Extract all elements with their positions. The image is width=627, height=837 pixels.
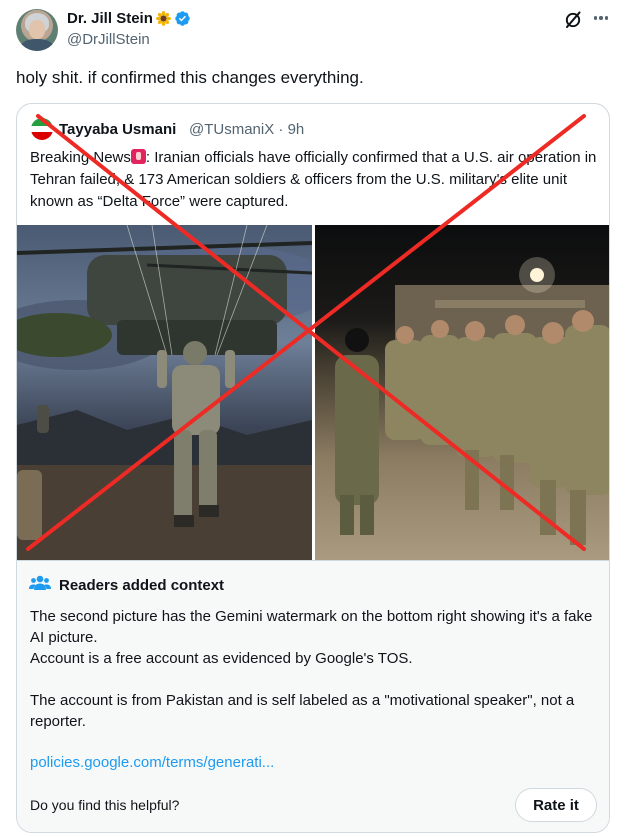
context-paragraph: The account is from Pakistan and is self… <box>30 692 575 730</box>
media-grid <box>17 225 609 560</box>
quoted-time: · 9h <box>278 121 305 138</box>
quoted-text: Breaking News: Iranian officials have of… <box>30 147 600 213</box>
author-avatar[interactable] <box>16 9 58 51</box>
tweet-text: holy shit. if confirmed this changes eve… <box>16 68 364 87</box>
context-title-row: Readers added context <box>29 574 224 596</box>
photo-parachute-soldier[interactable] <box>17 225 312 560</box>
rate-it-button[interactable]: Rate it <box>515 788 597 822</box>
context-body: The second picture has the Gemini waterm… <box>30 606 600 732</box>
author-handle[interactable]: @DrJillStein <box>67 31 150 48</box>
author-name[interactable]: Dr. Jill Stein <box>67 10 153 27</box>
photo-soldiers-group[interactable] <box>315 225 609 560</box>
iran-flag-avatar[interactable] <box>31 118 53 140</box>
quoted-tweet[interactable]: Tayyaba Usmani @TUsmaniX · 9h Breaking N… <box>16 103 610 833</box>
context-source-link[interactable]: policies.google.com/terms/generati... <box>30 754 274 771</box>
grok-icon[interactable] <box>563 10 583 30</box>
tweet-header: Dr. Jill Stein @DrJillStein <box>0 0 627 60</box>
sunflower-emoji-icon <box>155 11 171 26</box>
quoted-author-meta: @TUsmaniX · 9h <box>189 121 304 138</box>
author-name-row[interactable]: Dr. Jill Stein <box>67 10 191 27</box>
verified-badge-icon[interactable] <box>174 10 191 27</box>
context-paragraph: Account is a free account as evidenced b… <box>30 650 413 667</box>
context-paragraph: The second picture has the Gemini waterm… <box>30 608 593 646</box>
community-notes: Readers added context The second picture… <box>17 560 609 832</box>
helpful-question: Do you find this helpful? <box>30 797 180 813</box>
quoted-author-handle: @TUsmaniX <box>189 121 275 138</box>
quoted-text-start: Breaking News <box>30 149 131 166</box>
quoted-author-name[interactable]: Tayyaba Usmani <box>59 121 176 138</box>
context-title: Readers added context <box>59 576 225 594</box>
readers-icon <box>29 574 51 596</box>
more-icon[interactable] <box>591 8 611 28</box>
siren-emoji-icon <box>130 149 146 164</box>
